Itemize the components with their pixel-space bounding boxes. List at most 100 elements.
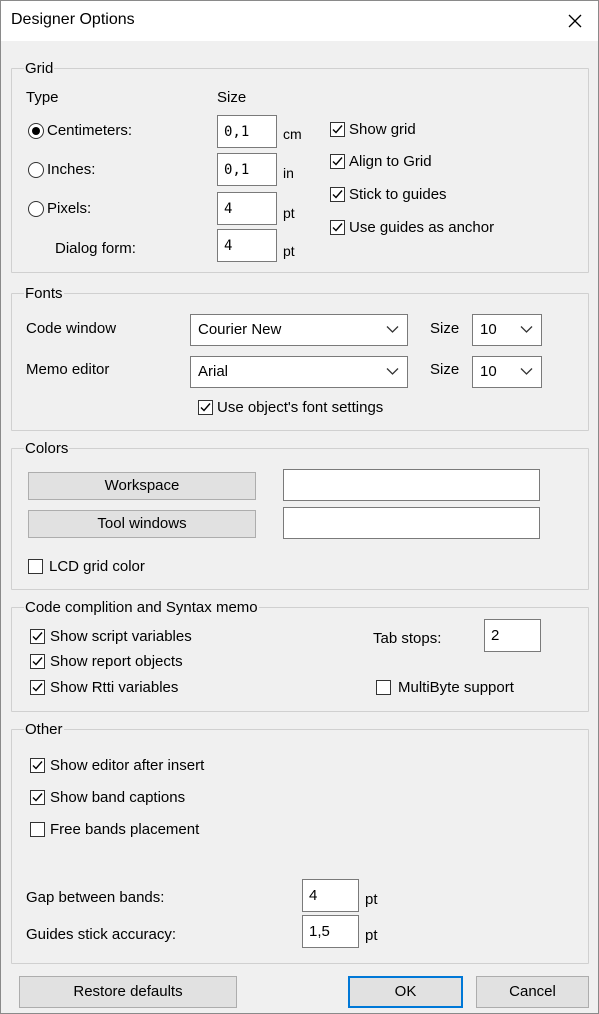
code-window-font-value: Courier New	[198, 321, 282, 338]
align-to-grid-label: Align to Grid	[349, 153, 432, 170]
check-icon	[332, 190, 343, 199]
free-bands-placement-checkbox[interactable]	[30, 822, 45, 837]
type-header: Type	[26, 89, 59, 106]
close-button[interactable]	[552, 1, 598, 41]
memo-editor-label: Memo editor	[26, 361, 110, 378]
code-window-size-value: 10	[480, 321, 497, 338]
code-completion-group: Code complition and Syntax memo Show scr…	[11, 599, 589, 712]
show-rtti-variables-label: Show Rtti variables	[50, 679, 179, 696]
tool-windows-color-swatch[interactable]	[283, 507, 540, 539]
fonts-group: Fonts Code window Courier New Size 10 Me…	[11, 285, 589, 431]
dialog-form-input[interactable]: 4	[217, 229, 277, 262]
centimeters-size-input[interactable]: 0,1	[217, 115, 277, 148]
colors-group-label: Colors	[24, 440, 70, 457]
other-group-label: Other	[24, 721, 64, 738]
tab-stops-input[interactable]: 2	[484, 619, 541, 652]
chevron-down-icon	[520, 326, 533, 333]
colors-group: Colors Workspace Tool windows LCD grid c…	[11, 440, 589, 590]
gap-between-bands-input[interactable]: 4	[302, 879, 359, 912]
code-window-font-select[interactable]: Courier New	[190, 314, 408, 346]
inches-size-input[interactable]: 0,1	[217, 153, 277, 186]
check-icon	[32, 657, 43, 666]
gap-between-bands-label: Gap between bands:	[26, 889, 165, 906]
pixels-size-input[interactable]: 4	[217, 192, 277, 225]
dialog-form-unit: pt	[283, 243, 295, 259]
pixels-radio[interactable]	[28, 201, 44, 217]
centimeters-radio[interactable]	[28, 123, 44, 139]
check-icon	[200, 403, 211, 412]
guides-stick-accuracy-unit: pt	[365, 927, 378, 944]
memo-editor-size-value: 10	[480, 363, 497, 380]
size-header: Size	[217, 89, 247, 106]
show-editor-after-insert-label: Show editor after insert	[50, 757, 205, 774]
title-bar: Designer Options	[1, 1, 598, 41]
check-icon	[332, 157, 343, 166]
designer-options-dialog: Designer Options Grid Type Size Centimet…	[0, 0, 599, 1014]
memo-editor-size-select[interactable]: 10	[472, 356, 542, 388]
workspace-button[interactable]: Workspace	[28, 472, 256, 500]
memo-editor-font-value: Arial	[198, 363, 229, 380]
fonts-group-label: Fonts	[24, 285, 64, 302]
use-object-font-label: Use object's font settings	[217, 399, 384, 416]
chevron-down-icon	[520, 368, 533, 375]
guides-stick-accuracy-label: Guides stick accuracy:	[26, 926, 177, 943]
use-guides-as-anchor-checkbox[interactable]	[330, 220, 345, 235]
show-grid-checkbox[interactable]	[330, 122, 345, 137]
pixels-unit: pt	[283, 205, 295, 221]
tab-stops-label: Tab stops:	[373, 630, 442, 647]
multibyte-support-checkbox[interactable]	[376, 680, 391, 695]
check-icon	[32, 761, 43, 770]
show-band-captions-label: Show band captions	[50, 789, 186, 806]
tool-windows-button[interactable]: Tool windows	[28, 510, 256, 538]
chevron-down-icon	[386, 368, 399, 375]
window-title: Designer Options	[11, 11, 135, 28]
show-report-objects-label: Show report objects	[50, 653, 183, 670]
ok-button[interactable]: OK	[348, 976, 463, 1008]
restore-defaults-button[interactable]: Restore defaults	[19, 976, 237, 1008]
guides-stick-accuracy-input[interactable]: 1,5	[302, 915, 359, 948]
free-bands-placement-label: Free bands placement	[50, 821, 200, 838]
stick-to-guides-label: Stick to guides	[349, 186, 447, 203]
align-to-grid-checkbox[interactable]	[330, 154, 345, 169]
pixels-label: Pixels:	[47, 200, 92, 217]
check-icon	[332, 125, 343, 134]
code-window-size-select[interactable]: 10	[472, 314, 542, 346]
stick-to-guides-checkbox[interactable]	[330, 187, 345, 202]
centimeters-unit: cm	[283, 126, 302, 142]
workspace-color-swatch[interactable]	[283, 469, 540, 501]
chevron-down-icon	[386, 326, 399, 333]
inches-label: Inches:	[47, 161, 96, 178]
gap-between-bands-unit: pt	[365, 891, 378, 908]
show-rtti-variables-checkbox[interactable]	[30, 680, 45, 695]
show-grid-label: Show grid	[349, 121, 416, 138]
show-script-variables-checkbox[interactable]	[30, 629, 45, 644]
centimeters-label: Centimeters:	[47, 122, 133, 139]
code-window-label: Code window	[26, 320, 117, 337]
use-object-font-checkbox[interactable]	[198, 400, 213, 415]
check-icon	[32, 632, 43, 641]
lcd-grid-color-label: LCD grid color	[49, 558, 145, 575]
inches-radio[interactable]	[28, 162, 44, 178]
show-band-captions-checkbox[interactable]	[30, 790, 45, 805]
code-window-size-label: Size	[430, 320, 460, 337]
check-icon	[32, 793, 43, 802]
memo-editor-size-label: Size	[430, 361, 460, 378]
inches-unit: in	[283, 165, 294, 181]
grid-group-label: Grid	[24, 60, 55, 77]
multibyte-support-label: MultiByte support	[398, 679, 514, 696]
memo-editor-font-select[interactable]: Arial	[190, 356, 408, 388]
show-editor-after-insert-checkbox[interactable]	[30, 758, 45, 773]
dialog-form-label: Dialog form:	[55, 240, 136, 257]
show-script-variables-label: Show script variables	[50, 628, 192, 645]
use-guides-as-anchor-label: Use guides as anchor	[349, 219, 495, 236]
lcd-grid-color-checkbox[interactable]	[28, 559, 43, 574]
check-icon	[332, 223, 343, 232]
code-completion-group-label: Code complition and Syntax memo	[24, 599, 259, 616]
grid-group: Grid Type Size Centimeters: 0,1 cm Inche…	[11, 60, 589, 273]
close-icon	[568, 14, 582, 28]
cancel-button[interactable]: Cancel	[476, 976, 589, 1008]
check-icon	[32, 683, 43, 692]
show-report-objects-checkbox[interactable]	[30, 654, 45, 669]
other-group: Other Show editor after insert Show band…	[11, 721, 589, 964]
radio-selected-dot	[32, 127, 40, 135]
